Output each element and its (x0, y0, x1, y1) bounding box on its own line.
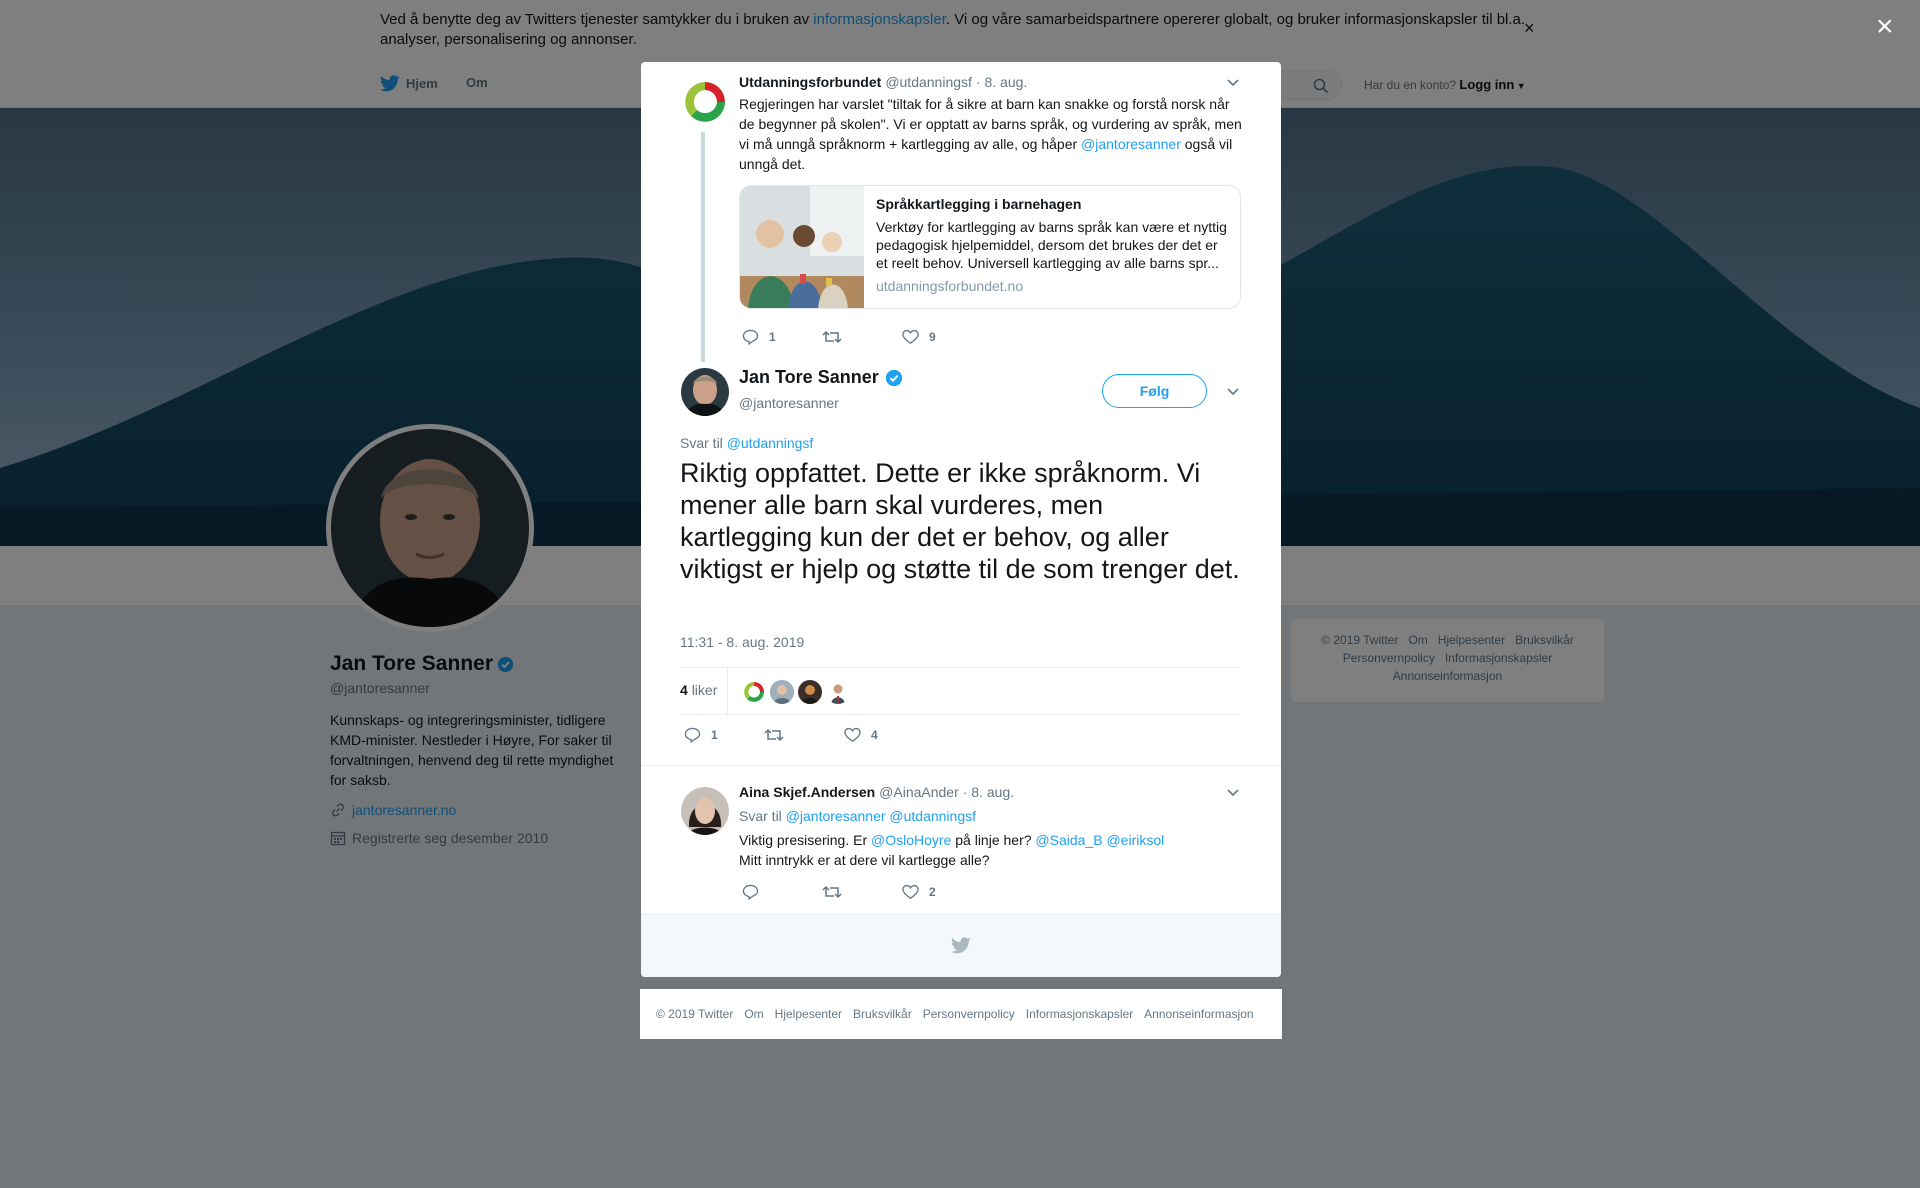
bottom-footer: © 2019 Twitter Om Hjelpesenter Bruksvilk… (640, 989, 1282, 1039)
footer-link[interactable]: Annonseinformasjon (1144, 1007, 1253, 1021)
reply-tweet-handle[interactable]: @AinaAnder (879, 784, 959, 800)
reply-tweet-avatar[interactable] (681, 787, 729, 835)
retweet-button[interactable] (822, 329, 902, 345)
retweet-icon (764, 728, 784, 742)
chevron-down-icon[interactable] (1226, 387, 1240, 397)
portrait-image (770, 680, 794, 704)
heart-icon (902, 884, 919, 899)
reply-icon (742, 329, 759, 345)
reply-icon (742, 884, 759, 900)
portrait-image (798, 680, 822, 704)
utdanningsforbundet-logo-icon (681, 78, 729, 126)
mention-link[interactable]: @jantoresanner @utdanningsf (786, 808, 976, 824)
retweet-button[interactable] (822, 884, 902, 900)
footer-link[interactable]: Personvernpolicy (923, 1007, 1015, 1021)
reply-button[interactable] (742, 884, 822, 900)
card-title: Språkkartlegging i barnehagen (876, 196, 1082, 212)
link-preview-card[interactable]: Språkkartlegging i barnehagen Verktøy fo… (739, 185, 1241, 309)
footer-link[interactable]: © 2019 Twitter (656, 1007, 733, 1021)
like-button[interactable]: 9 (902, 329, 982, 345)
utdanningsforbundet-avatar[interactable] (681, 78, 729, 126)
tweet-modal: Utdanningsforbundet @utdanningsf · 8. au… (641, 62, 1281, 977)
heart-icon (902, 329, 919, 344)
heart-icon (844, 727, 861, 742)
divider (641, 765, 1281, 766)
footer-link[interactable]: Hjelpesenter (775, 1007, 842, 1021)
utdanningsforbundet-logo-icon (742, 680, 766, 704)
liker-avatar[interactable] (742, 680, 766, 704)
mention-link[interactable]: @jantoresanner (1081, 136, 1181, 152)
reply-icon (684, 727, 701, 743)
mention-link[interactable]: @OsloHoyre (871, 832, 951, 848)
follow-button[interactable]: Følg (1102, 374, 1207, 408)
mention-link[interactable]: @Saida_B @eiriksol (1035, 832, 1164, 848)
modal-footer (641, 914, 1281, 977)
retweet-button[interactable] (764, 727, 844, 743)
portrait-image (826, 680, 850, 704)
footer-link[interactable]: Om (744, 1007, 763, 1021)
reply-tweet-actions: 2 (742, 884, 982, 900)
likes-summary: 4 liker (680, 667, 1241, 715)
parent-tweet-name[interactable]: Utdanningsforbundet (739, 74, 881, 90)
card-description: Verktøy for kartlegging av barns språk k… (876, 219, 1227, 271)
reply-button[interactable]: 1 (684, 727, 764, 743)
twitter-bird-icon (951, 937, 971, 954)
like-button[interactable]: 4 (844, 727, 924, 743)
main-tweet-handle[interactable]: @jantoresanner (739, 395, 839, 411)
main-tweet-actions: 1 4 (684, 727, 924, 743)
reply-tweet-reply-to: Svar til @jantoresanner @utdanningsf (739, 808, 977, 824)
chevron-down-icon[interactable] (1226, 788, 1240, 798)
portrait-image (681, 787, 729, 835)
parent-tweet-header: Utdanningsforbundet @utdanningsf · 8. au… (739, 74, 1027, 90)
main-tweet-timestamp[interactable]: 11:31 - 8. aug. 2019 (680, 634, 804, 650)
reply-tweet-name[interactable]: Aina Skjef.Andersen (739, 784, 875, 800)
main-tweet-text: Riktig oppfattet. Dette er ikke språknor… (680, 458, 1240, 584)
liker-avatar[interactable] (770, 680, 794, 704)
main-tweet-avatar[interactable] (681, 368, 729, 416)
footer-link[interactable]: Bruksvilkår (853, 1007, 912, 1021)
portrait-image (681, 368, 729, 416)
mention-link[interactable]: @utdanningsf (727, 435, 814, 451)
divider (727, 668, 728, 714)
parent-tweet-text: Regjeringen har varslet "tiltak for å si… (739, 96, 1242, 172)
retweet-icon (822, 885, 842, 899)
reply-tweet-header: Aina Skjef.Andersen @AinaAnder · 8. aug. (739, 784, 1014, 800)
likes-count[interactable]: 4 liker (680, 682, 717, 698)
footer-link[interactable]: Informasjonskapsler (1026, 1007, 1133, 1021)
reply-tweet-text: Viktig presisering. Er @OsloHoyre på lin… (739, 832, 1165, 868)
liker-avatar[interactable] (826, 680, 850, 704)
card-image (740, 186, 864, 308)
liker-avatar[interactable] (798, 680, 822, 704)
retweet-icon (822, 330, 842, 344)
modal-close-button[interactable]: × (1876, 12, 1894, 42)
main-tweet-name[interactable]: Jan Tore Sanner (739, 367, 903, 388)
reply-button[interactable]: 1 (742, 329, 822, 345)
thread-line (701, 132, 705, 362)
verified-badge-icon (885, 369, 902, 386)
reply-tweet-date[interactable]: · 8. aug. (963, 784, 1014, 800)
chevron-down-icon[interactable] (1226, 78, 1240, 88)
parent-tweet-handle[interactable]: @utdanningsf (885, 74, 972, 90)
like-button[interactable]: 2 (902, 884, 982, 900)
parent-tweet-actions: 1 9 (742, 329, 982, 345)
card-domain: utdanningsforbundet.no (876, 278, 1024, 294)
parent-tweet-date[interactable]: · 8. aug. (976, 74, 1027, 90)
main-tweet-reply-to: Svar til @utdanningsf (680, 435, 814, 451)
